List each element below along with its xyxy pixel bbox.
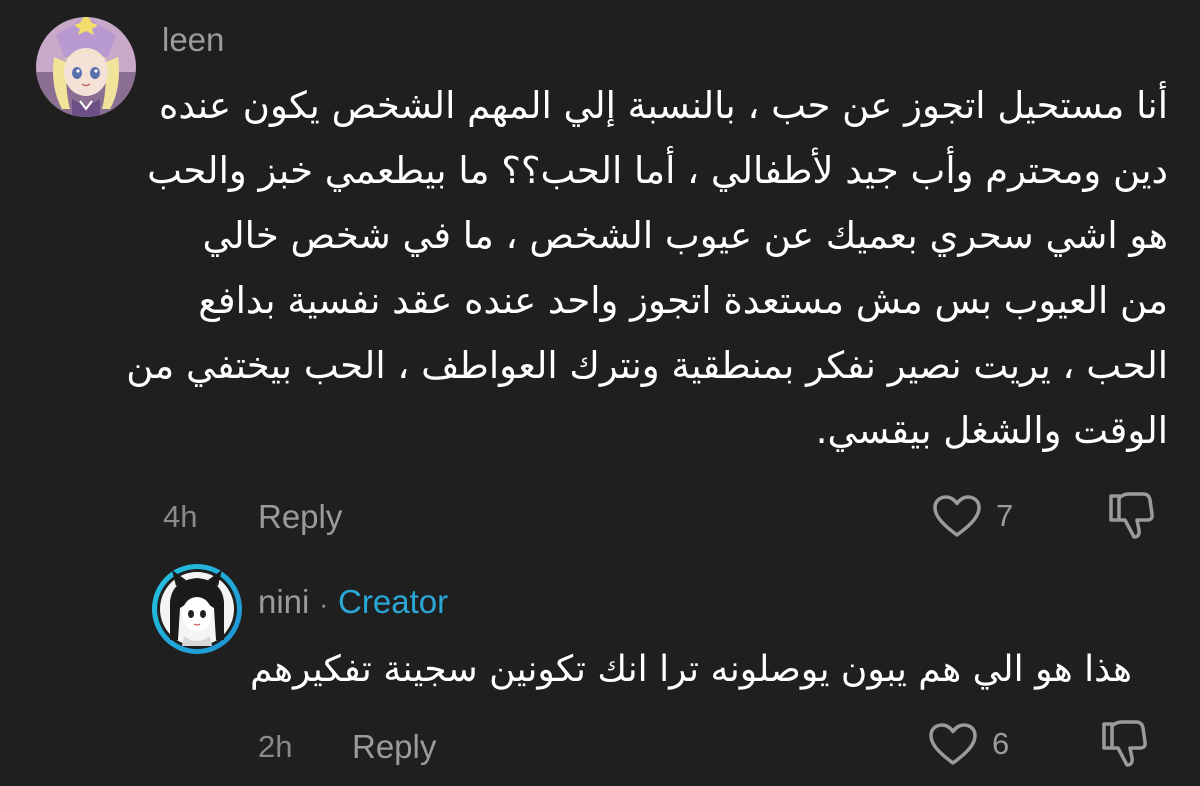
- comment-text-line: من العيوب بس مش مستعدة اتجوز واحد عنده ع…: [198, 279, 1168, 322]
- comment-text-line: الحب ، يريت نصير نفكر بمنطقية ونترك العو…: [126, 344, 1168, 387]
- avatar[interactable]: [36, 17, 136, 117]
- dislike-button[interactable]: [1107, 490, 1155, 540]
- thumbs-down-icon: [1109, 492, 1154, 539]
- comment-text-line: هو اشي سحري بعميك عن عيوب الشخص ، ما في …: [202, 214, 1168, 257]
- creator-badge: Creator: [338, 583, 449, 620]
- reply-text: هذا هو الي هم يبون يوصلونه ترا انك تكوني…: [250, 649, 1132, 690]
- reply-username-row: nini · Creator: [258, 582, 448, 624]
- thumbs-down-icon: [1102, 720, 1147, 767]
- reply-timestamp: 2h: [258, 729, 293, 764]
- dislike-button[interactable]: [1100, 718, 1148, 768]
- reply-username[interactable]: nini: [258, 582, 309, 622]
- like-count: 7: [996, 498, 1014, 533]
- comment-text-line: دين ومحترم وأب جيد لأطفالي ، أما الحب؟؟ …: [147, 149, 1168, 192]
- like-button[interactable]: 6: [928, 722, 1009, 766]
- anime-character-avatar-icon: [152, 564, 242, 654]
- like-count: 6: [992, 726, 1010, 761]
- like-button[interactable]: 7: [932, 494, 1013, 538]
- heart-icon: [929, 723, 977, 765]
- comment-text: أنا مستحيل اتجوز عن حب ، بالنسبة إلي الم…: [126, 73, 1168, 463]
- reply-button[interactable]: Reply: [352, 729, 436, 765]
- comment-username[interactable]: leen: [162, 20, 224, 60]
- anime-character-avatar-icon: [36, 17, 136, 117]
- comment-text-line: الوقت والشغل بيقسي.: [815, 409, 1168, 452]
- comments-screen: leen أنا مستحيل اتجوز عن حب ، بالنسبة إل…: [0, 0, 1200, 786]
- avatar[interactable]: [150, 562, 244, 656]
- heart-icon: [933, 495, 981, 537]
- separator-dot: ·: [319, 589, 329, 619]
- reply-button[interactable]: Reply: [258, 499, 342, 535]
- comment-text-line: أنا مستحيل اتجوز عن حب ، بالنسبة إلي الم…: [159, 84, 1168, 127]
- comment-timestamp: 4h: [163, 499, 198, 534]
